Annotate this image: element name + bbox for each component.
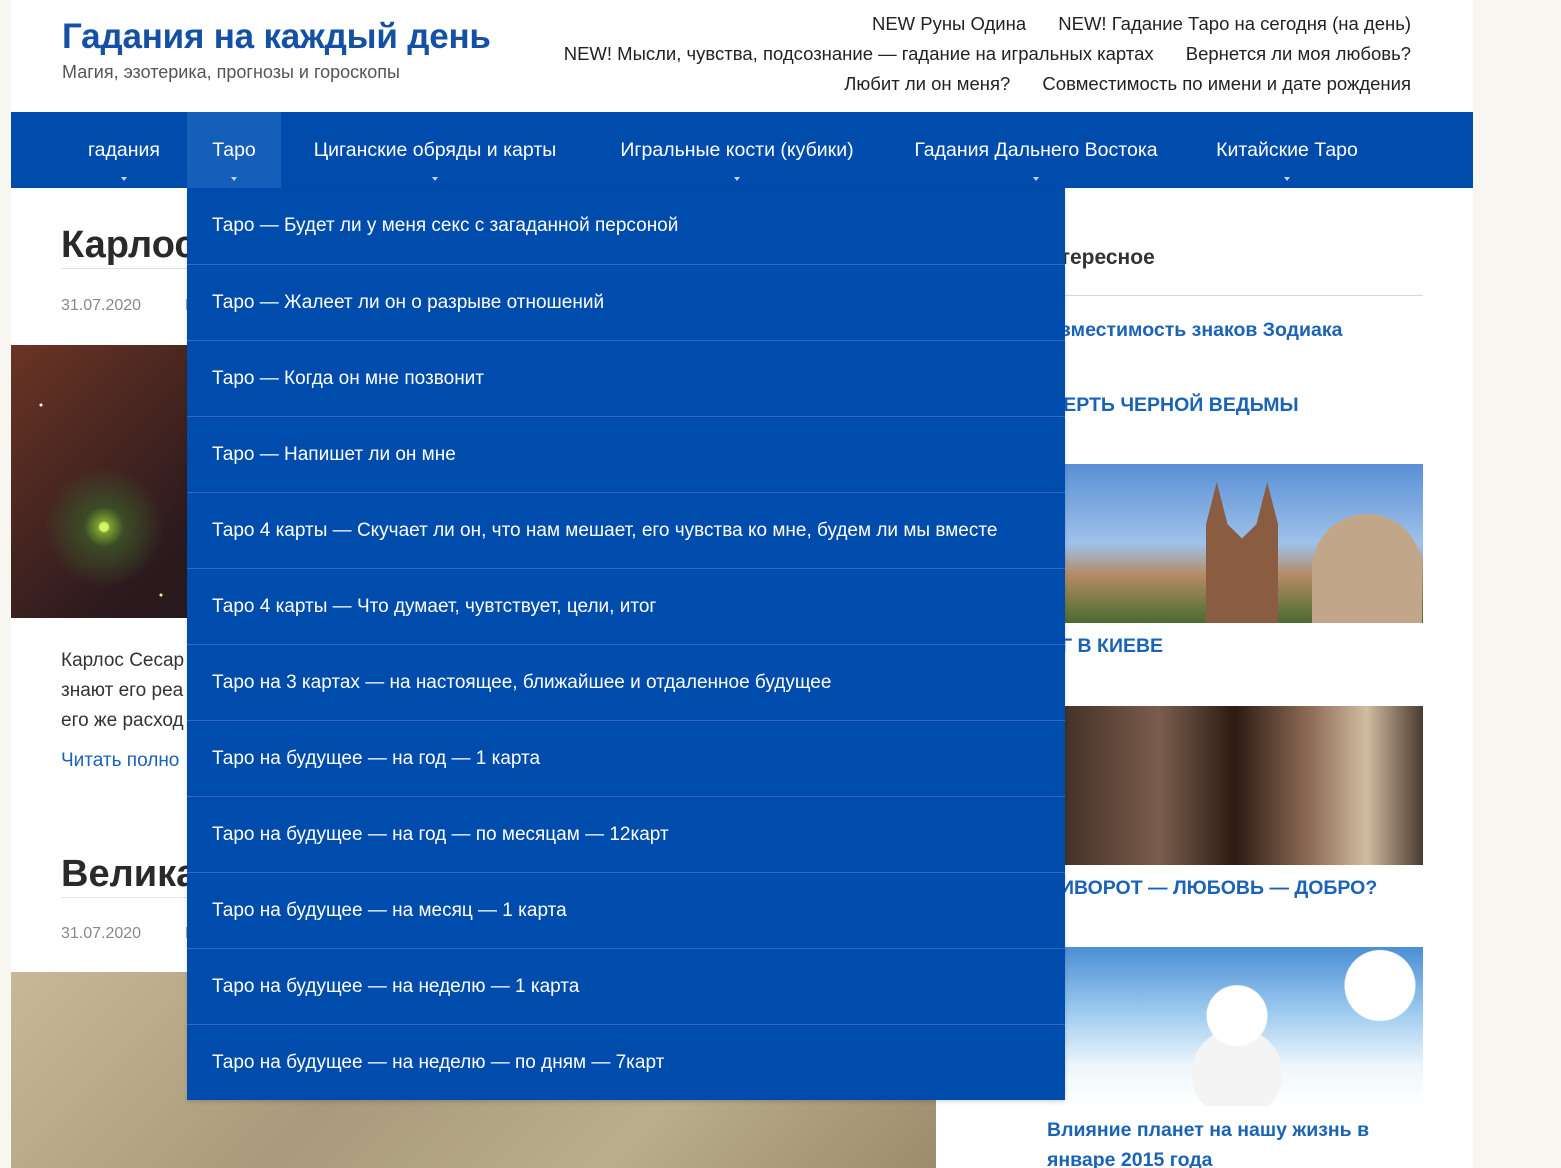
- sidebar-divider: [1047, 295, 1423, 296]
- chevron-down-icon: [1284, 177, 1290, 181]
- nav-item-label: гадания: [88, 139, 160, 161]
- chevron-down-icon: [121, 177, 127, 181]
- post-title[interactable]: Велика: [61, 853, 197, 896]
- sidebar-image-kiev[interactable]: [1047, 464, 1423, 623]
- top-links: NEW Руны Одина NEW! Гадание Таро на сего…: [451, 11, 1411, 101]
- top-link-name-compat[interactable]: Совместимость по имени и дате рождения: [1042, 73, 1411, 94]
- nav-item-label: Игральные кости (кубики): [620, 139, 854, 161]
- dropdown-item[interactable]: Таро на будущее — на месяц — 1 карта: [187, 872, 1065, 948]
- dropdown-item[interactable]: Таро — Будет ли у меня секс с загаданной…: [187, 188, 1065, 264]
- dropdown-item[interactable]: Таро 4 карты — Что думает, чувтствует, ц…: [187, 568, 1065, 644]
- site-title[interactable]: Гадания на каждый день: [62, 17, 491, 57]
- sidebar-image-privorot[interactable]: [1047, 706, 1423, 865]
- nav-item-dice[interactable]: Игральные кости (кубики): [589, 112, 885, 188]
- top-link-loves-me[interactable]: Любит ли он меня?: [844, 73, 1010, 94]
- nav-item-taro[interactable]: Таро: [187, 112, 281, 188]
- dropdown-item[interactable]: Таро — Жалеет ли он о разрыве отношений: [187, 264, 1065, 340]
- dropdown-item[interactable]: Таро — Напишет ли он мне: [187, 416, 1065, 492]
- read-more-link[interactable]: Читать полно: [61, 750, 179, 772]
- dropdown-item[interactable]: Таро на будущее — на год — по месяцам — …: [187, 796, 1065, 872]
- post-date: 31.07.2020: [61, 297, 142, 314]
- post-title[interactable]: Карлос: [61, 224, 196, 267]
- chevron-down-icon: [432, 177, 438, 181]
- dropdown-item[interactable]: Таро на будущее — на год — 1 карта: [187, 720, 1065, 796]
- chevron-down-icon: [1033, 177, 1039, 181]
- post-date: 31.07.2020: [61, 925, 142, 942]
- nav-item-gadaniya[interactable]: гадания: [61, 112, 187, 188]
- nav-item-chinese-taro[interactable]: Китайские Таро: [1187, 112, 1387, 188]
- sidebar-link-witch[interactable]: МЕРТЬ ЧЕРНОЙ ВЕДЬМЫ: [1047, 390, 1423, 420]
- top-link-runes[interactable]: NEW Руны Одина: [872, 13, 1026, 34]
- sidebar-link-planets[interactable]: Влияние планет на нашу жизнь в январе 20…: [1047, 1115, 1423, 1168]
- dropdown-item[interactable]: Таро 4 карты — Скучает ли он, что нам ме…: [187, 492, 1065, 568]
- nav-item-label: Таро: [212, 139, 256, 161]
- dropdown-item[interactable]: Таро на будущее — на неделю — 1 карта: [187, 948, 1065, 1024]
- sidebar-link-kiev[interactable]: АГ В КИЕВЕ: [1047, 631, 1423, 661]
- nav-item-label: Гадания Дальнего Востока: [914, 139, 1158, 161]
- taro-dropdown-menu: Таро — Будет ли у меня секс с загаданной…: [187, 188, 1065, 1100]
- main-nav: гадания Таро Циганские обряды и карты Иг…: [11, 112, 1473, 188]
- chevron-down-icon: [231, 177, 237, 181]
- dropdown-item[interactable]: Таро — Когда он мне позвонит: [187, 340, 1065, 416]
- nav-item-gypsy[interactable]: Циганские обряды и карты: [281, 112, 589, 188]
- sidebar-image-snowmen[interactable]: [1047, 947, 1423, 1106]
- top-link-tarot-today[interactable]: NEW! Гадание Таро на сегодня (на день): [1058, 13, 1411, 34]
- nav-item-far-east[interactable]: Гадания Дальнего Востока: [885, 112, 1187, 188]
- sidebar-link-privorot[interactable]: РИВОРОТ — ЛЮБОВЬ — ДОБРО?: [1047, 873, 1423, 903]
- sidebar-link-zodiac[interactable]: овместимость знаков Зодиака: [1047, 315, 1423, 345]
- site-description: Магия, эзотерика, прогнозы и гороскопы: [62, 62, 400, 82]
- dropdown-item[interactable]: Таро на будущее — на неделю — по дням — …: [187, 1024, 1065, 1100]
- top-link-love-return[interactable]: Вернется ли моя любовь?: [1186, 43, 1411, 64]
- nav-item-label: Циганские обряды и карты: [313, 139, 557, 161]
- top-link-playing-cards[interactable]: NEW! Мысли, чувства, подсознание — гадан…: [564, 43, 1154, 64]
- nav-item-label: Китайские Таро: [1216, 139, 1358, 161]
- chevron-down-icon: [734, 177, 740, 181]
- dropdown-item[interactable]: Таро на 3 картах — на настоящее, ближайш…: [187, 644, 1065, 720]
